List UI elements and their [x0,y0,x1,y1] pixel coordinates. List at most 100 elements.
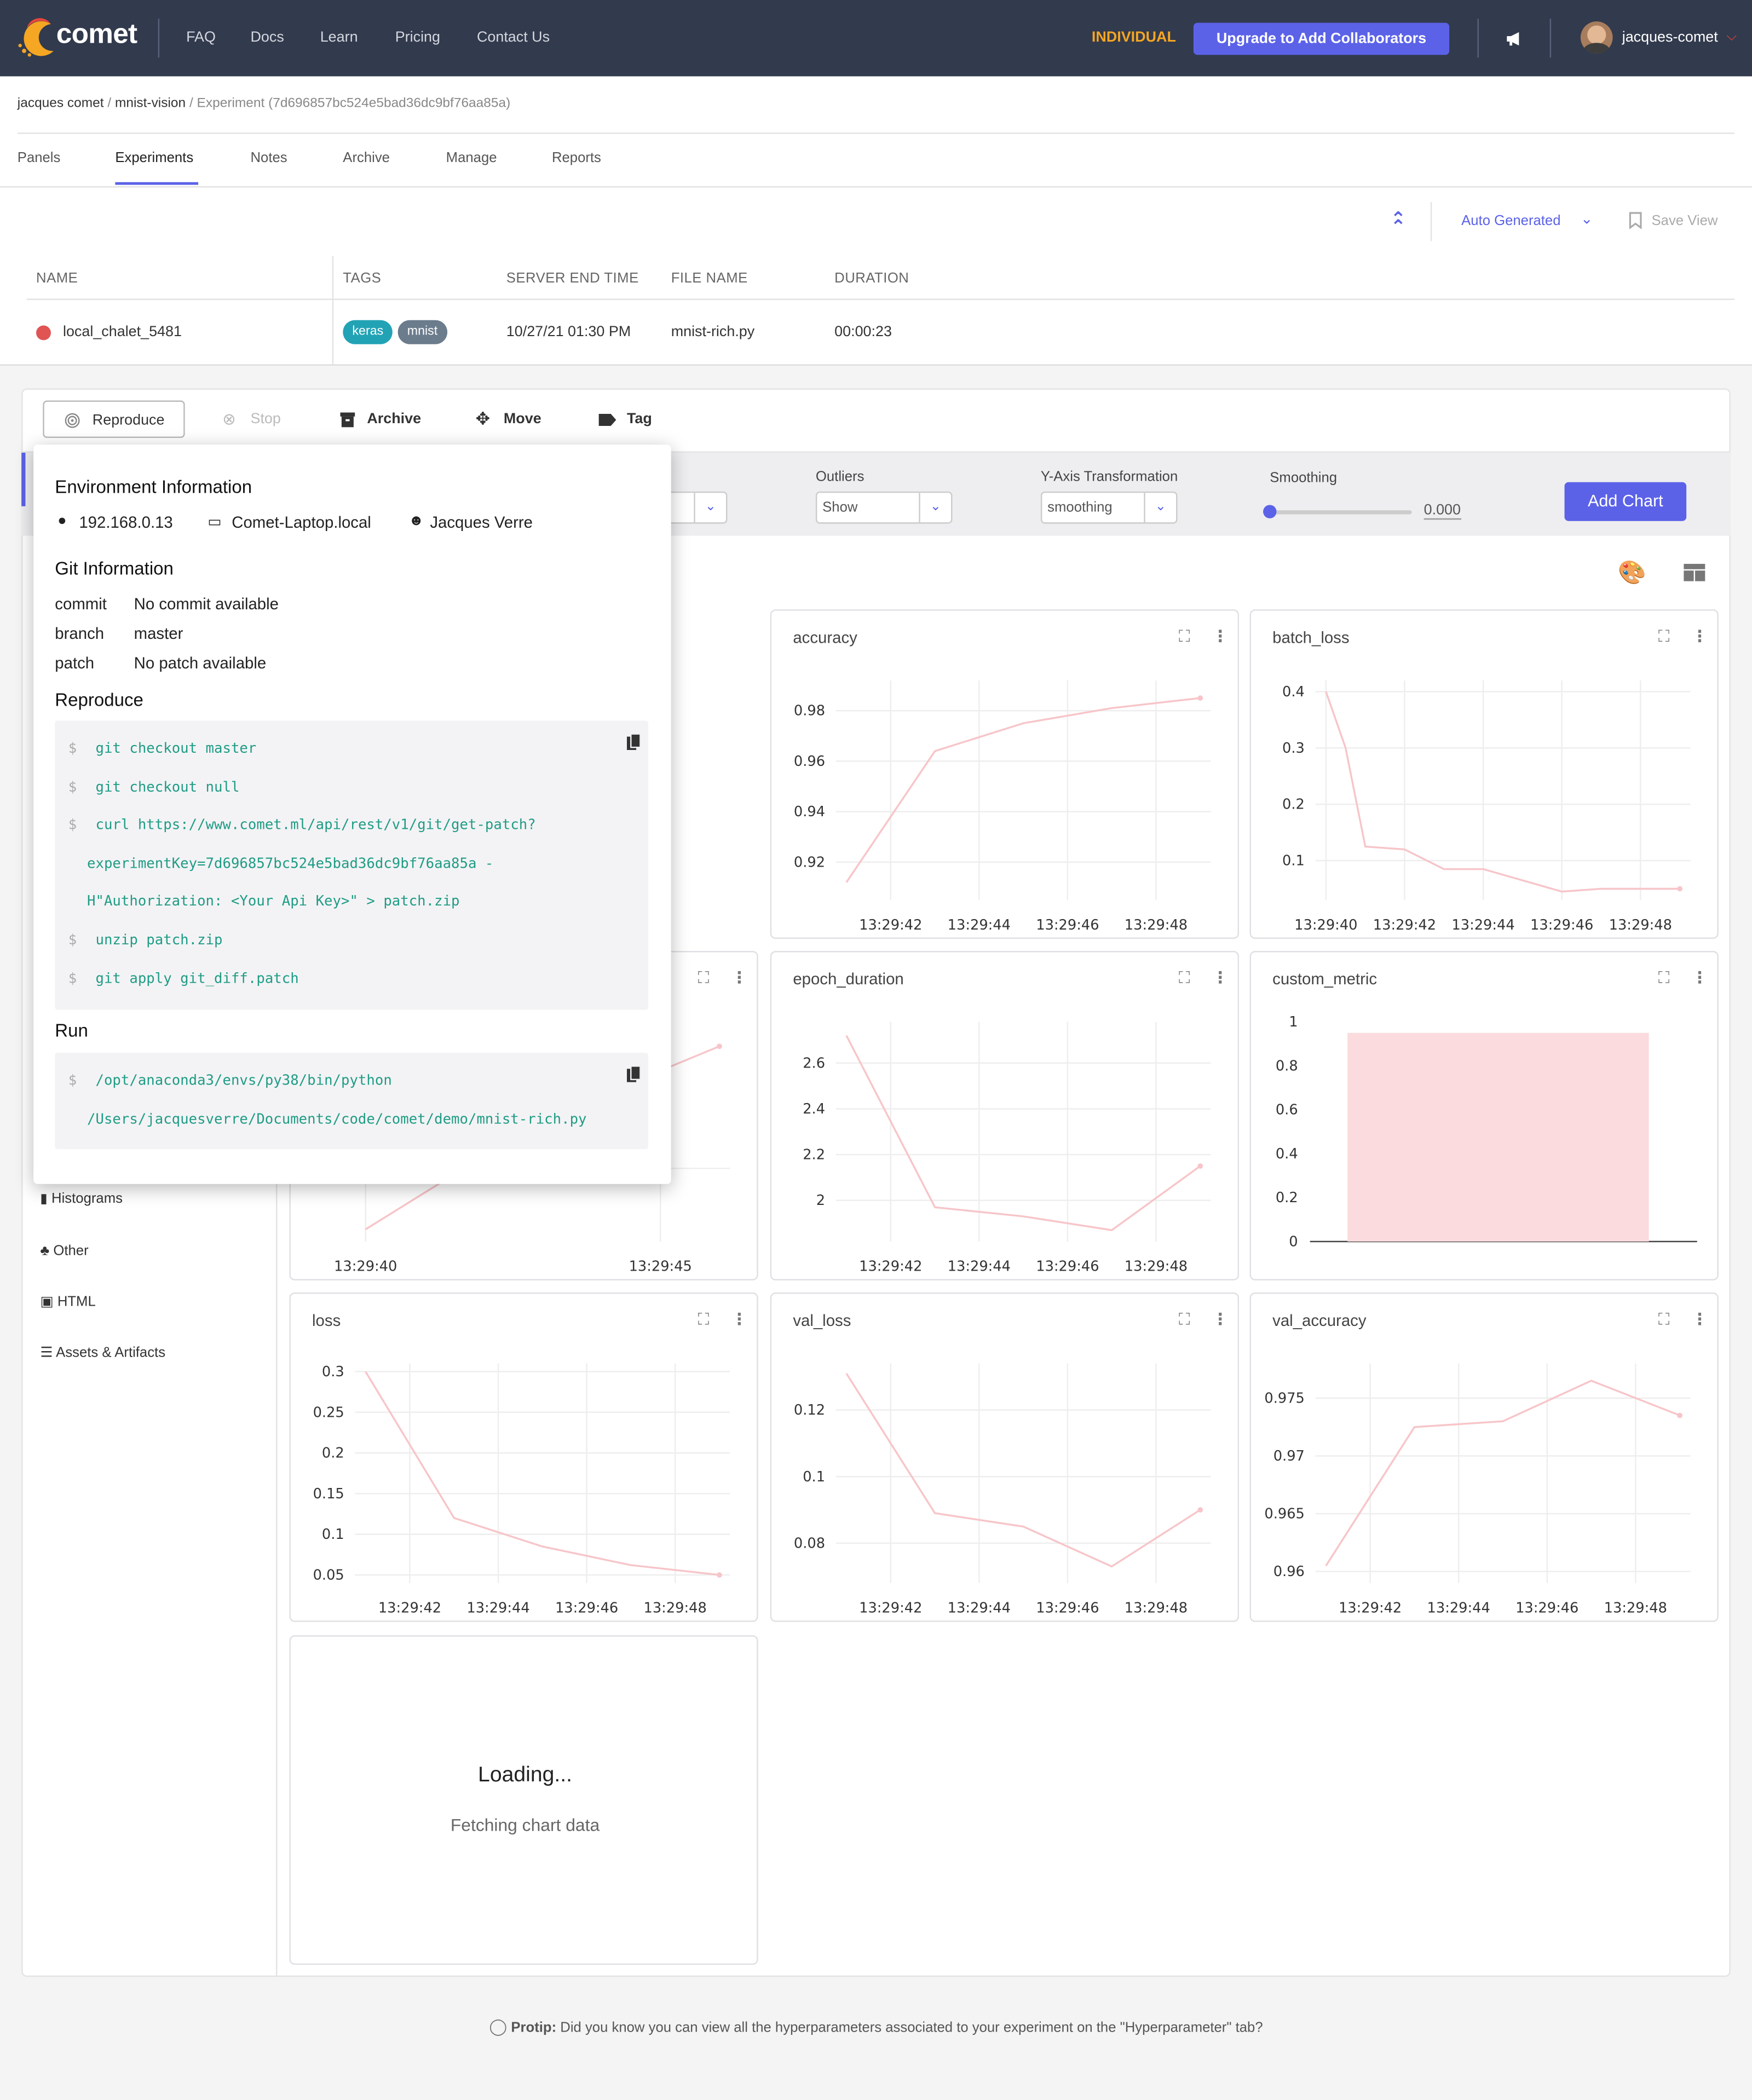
chart-panel[interactable]: epoch_duration ⛶ ⋮ 13:29:42 13:29:44 13:29:46… [770,951,1240,1280]
chart-panel[interactable]: custom_metric ⛶ ⋮ 0 0.2 0.4 0.6 0.8 1 [1249,951,1719,1280]
chart-panel[interactable]: val_accuracy ⛶ ⋮ 13:29:42 13:29:44 13:29:46 13… [1249,1292,1719,1622]
column-header-name[interactable]: NAME [36,270,78,286]
outliers-select[interactable]: Show ⌄ [815,491,953,524]
code-line: $ git checkout master [68,741,257,757]
user-chevron-down-icon[interactable]: ⌵ [1727,30,1737,44]
tab-panels[interactable]: Panels [18,150,61,166]
data-point[interactable] [1197,1163,1203,1169]
series-line[interactable] [845,1372,1201,1568]
sidebar-item-assets[interactable]: ☰ Assets & Artifacts [40,1345,165,1360]
series-line[interactable] [365,1371,720,1576]
nav-learn[interactable]: Learn [320,30,358,45]
tag-badge[interactable]: mnist [397,320,447,344]
tag-button[interactable]: Tag [598,401,659,439]
list-icon: ☰ [40,1345,53,1361]
archive-button[interactable]: Archive [340,401,434,439]
chart-panel[interactable]: batch_loss ⛶ ⋮ 13:29:40 13:29:42 13:29:44 13:2… [1249,609,1719,939]
data-point[interactable] [1677,1412,1682,1418]
data-point[interactable] [1677,886,1682,892]
x-tick-label: 13:29:44 [1427,1600,1490,1617]
comet-logo-icon[interactable] [16,16,56,59]
x-tick-label: 13:29:44 [1451,917,1514,933]
move-button[interactable]: ✥ Move [476,401,556,439]
git-key: patch [55,653,95,673]
file-name-cell: mnist-rich.py [671,324,755,341]
palette-icon[interactable]: 🎨 [1618,560,1646,587]
view-selector[interactable]: Auto Generated [1461,213,1560,229]
series-line[interactable] [845,697,1201,883]
smoothing-slider[interactable] [1270,510,1412,515]
bookmark-icon[interactable] [1627,212,1643,229]
nav-docs[interactable]: Docs [250,30,284,45]
tag-badge[interactable]: keras [343,320,393,344]
series-line[interactable] [1325,1380,1680,1567]
copy-icon[interactable] [626,1066,641,1082]
breadcrumb-workspace[interactable]: jacques comet [18,96,104,111]
upgrade-button[interactable]: Upgrade to Add Collaborators [1193,22,1450,55]
stop-button[interactable]: ⊗ Stop [222,401,289,439]
tab-experiments[interactable]: Experiments [115,150,193,166]
tab-notes[interactable]: Notes [250,150,287,166]
save-view-button[interactable]: Save View [1652,213,1718,229]
x-tick-label: 13:29:42 [378,1600,441,1617]
sidebar-item-html[interactable]: ▣ HTML [40,1294,95,1309]
view-chevron-down-icon[interactable]: ⌄ [1581,210,1593,228]
duration-cell: 00:00:23 [834,324,892,341]
y-tick-label: 0.6 [1276,1102,1298,1118]
chart-panel[interactable]: val_loss ⛶ ⋮ 13:29:42 13:29:44 13:29:46 13:29:… [770,1292,1240,1622]
data-point[interactable] [717,1043,722,1049]
y-tick-label: 0.97 [1273,1448,1305,1464]
nav-contact-us[interactable]: Contact Us [477,30,550,45]
column-header-tags[interactable]: TAGS [343,270,381,286]
x-tick-label: 13:29:42 [1373,917,1436,933]
breadcrumb-project[interactable]: mnist-vision [115,96,186,111]
nav-pricing[interactable]: Pricing [395,30,440,45]
env-user: Jacques Verre [430,513,533,532]
y-tick-label: 0.1 [322,1526,344,1543]
loading-title: Loading... [478,1764,572,1787]
tab-reports[interactable]: Reports [552,150,601,166]
smoothing-value[interactable]: 0.000 [1424,502,1461,520]
column-header-file-name[interactable]: FILE NAME [671,270,748,286]
code-text: experimentKey=7d696857bc524e5bad36dc9bf7… [87,855,494,872]
chart-panel[interactable]: loss ⛶ ⋮ 13:29:42 13:29:44 13:29:46 13:29:48 0.… [289,1292,758,1622]
nav-faq[interactable]: FAQ [186,30,216,45]
git-key: commit [55,595,107,614]
y-tick-label: 0.3 [1282,740,1305,757]
active-tab-indicator [115,182,199,185]
chart-plot: 13:29:42 13:29:44 13:29:46 13:29:48 0.05 0.1 0… [313,1363,730,1617]
collapse-up-icon[interactable]: ⌃ [1390,217,1406,235]
bar[interactable] [1347,1032,1649,1242]
code-text: /Users/jacquesverre/Documents/code/comet… [87,1111,587,1127]
code-text: curl https://www.comet.ml/api/rest/v1/gi… [95,817,536,834]
sidebar-item-other[interactable]: ♣ Other [40,1243,88,1259]
env-ip: 192.168.0.13 [79,513,173,532]
column-header-duration[interactable]: DURATION [834,270,909,286]
tab-archive[interactable]: Archive [343,150,390,166]
column-header-end-time[interactable]: SERVER END TIME [506,270,639,286]
y-axis-select[interactable]: smoothing ⌄ [1040,491,1178,524]
reproduce-button[interactable]: Reproduce [43,400,185,439]
data-point[interactable] [1197,695,1203,701]
username[interactable]: jacques-comet [1622,30,1718,45]
avatar[interactable] [1580,21,1613,54]
x-tick-label: 13:29:48 [1125,917,1188,933]
megaphone-icon[interactable] [1504,30,1523,48]
data-point[interactable] [1197,1507,1203,1513]
tab-manage[interactable]: Manage [446,150,497,166]
code-text: git checkout master [95,740,257,757]
chart-panel[interactable]: accuracy ⛶ ⋮ 13:29:42 13:29:44 13:29:46 13:29:… [770,609,1240,939]
series-line[interactable] [1325,691,1680,893]
protip-label: Protip: [511,2020,557,2036]
sidebar-item-histograms[interactable]: ▮ Histograms [40,1191,123,1207]
add-chart-button[interactable]: Add Chart [1564,482,1687,521]
smoothing-slider-handle[interactable] [1263,505,1277,518]
prompt-symbol: $ [68,817,77,834]
loading-chart-panel: Loading... Fetching chart data [289,1635,758,1965]
layout-icon[interactable] [1684,563,1705,581]
experiment-name-link[interactable]: local_chalet_5481 [63,324,182,340]
x-tick-label: 13:29:42 [859,917,922,933]
data-point[interactable] [717,1572,722,1578]
copy-icon[interactable] [626,734,641,751]
brand-name[interactable]: comet [56,19,137,51]
